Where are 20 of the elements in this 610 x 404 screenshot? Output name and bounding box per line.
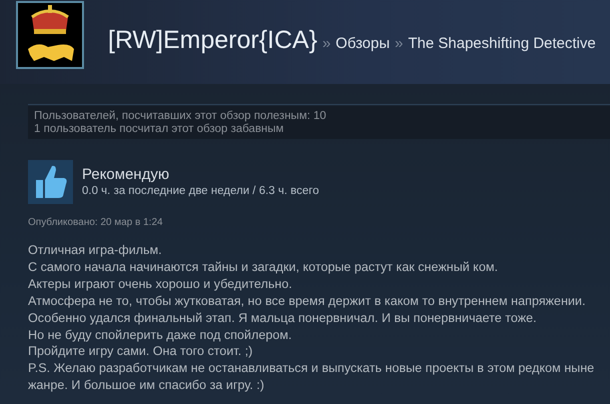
review-text: P.S. Желаю разработчикам не останавливаться и выпускать новые проекты в этом редком ныне жанре. И большое им спасибо за игру. :) xyxy=(28,360,596,394)
review-text: Но не буду спойлерить даже под спойлером. xyxy=(28,326,293,344)
review-text: Особенно удался финальный этап. Я мальца понервничал. И вы понервничаете тоже. xyxy=(28,310,538,327)
review-text: Актеры играют очень хорошо и убедительно. xyxy=(28,276,294,293)
breadcrumb-separator: » xyxy=(322,34,331,52)
rating-summary: Пользователей, посчитавших этот обзор полезным: 10 xyxy=(34,110,328,123)
review-text: Пройдите игру сами. Она того стоит. ;) xyxy=(28,343,254,360)
rating-summary: 1 пользователь посчитал этот обзор забавным xyxy=(34,123,285,136)
breadcrumb-separator: » xyxy=(394,34,404,52)
review-text: Атмосфера не то, чтобы жутковатая, но все время держит в каком то внутреннем напряжении. xyxy=(28,292,586,310)
username[interactable]: [RW]Emperor{ICA} xyxy=(108,26,318,54)
review-text: С самого начала начинаются тайны и загадки, которые растут как снежный ком. xyxy=(28,258,499,276)
breadcrumb-link[interactable]: Обзоры xyxy=(336,34,390,52)
verdict: Рекомендую xyxy=(82,165,170,184)
posted-date: Опубликовано: 20 мар в 1:24 xyxy=(28,217,164,228)
review-text: Отличная игра-фильм. xyxy=(28,242,163,259)
avatar-drawing xyxy=(16,1,84,69)
breadcrumb-link[interactable]: The Shapeshifting Detective xyxy=(408,34,596,52)
thumbs-up-icon xyxy=(28,160,73,204)
hours-played: 0.0 ч. за последние две недели / 6.3 ч. всего xyxy=(82,184,319,199)
